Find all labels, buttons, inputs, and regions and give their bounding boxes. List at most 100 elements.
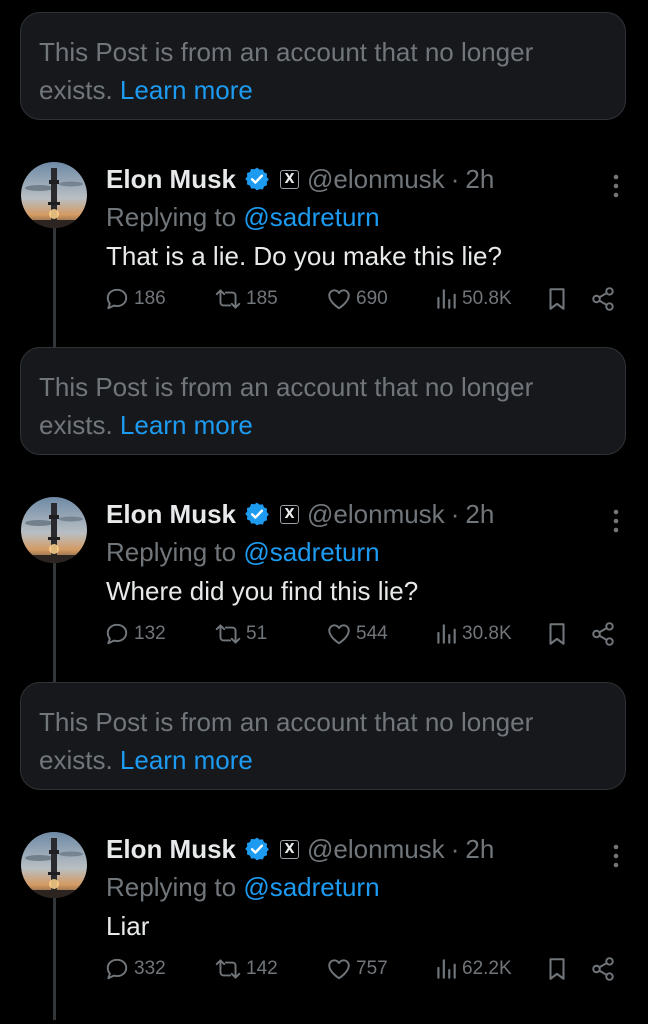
views-button[interactable]: 62.2K [434, 952, 512, 986]
reply-icon [106, 288, 128, 310]
like-count: 757 [356, 958, 388, 979]
reply-button[interactable]: 186 [104, 282, 166, 316]
reply-button[interactable]: 332 [104, 952, 166, 986]
tweet-text: Liar [106, 911, 150, 941]
replying-to-mention[interactable]: @sadreturn [243, 537, 379, 567]
thread-line [53, 222, 56, 350]
author-name[interactable]: Elon Musk [106, 499, 236, 530]
learn-more-link[interactable]: Learn more [120, 410, 253, 440]
repost-icon [215, 289, 241, 309]
replying-to-mention[interactable]: @sadreturn [243, 872, 379, 902]
action-bar: 332 142 757 62.2K [104, 952, 620, 986]
heart-icon [328, 289, 350, 310]
learn-more-link[interactable]: Learn more [120, 745, 253, 775]
learn-more-link[interactable]: Learn more [120, 75, 253, 105]
avatar[interactable] [21, 497, 87, 563]
separator: · [450, 163, 460, 194]
repost-icon [215, 959, 241, 979]
author-handle[interactable]: @elonmusk [307, 834, 445, 865]
repost-button[interactable]: 142 [214, 952, 278, 986]
notice-text-line: This Post is from an account that no lon… [39, 707, 534, 737]
avatar[interactable] [21, 832, 87, 898]
author-name[interactable]: Elon Musk [106, 164, 236, 195]
repost-count: 51 [246, 623, 268, 644]
bookmark-button[interactable] [546, 282, 568, 316]
thread-line [53, 892, 56, 1020]
reply-button[interactable]: 132 [104, 617, 166, 651]
repost-count: 142 [246, 958, 278, 979]
verified-badge-icon [245, 502, 269, 526]
author-handle[interactable]: @elonmusk [307, 164, 445, 195]
reply-icon [106, 958, 128, 980]
views-icon [437, 289, 456, 309]
like-count: 690 [356, 288, 388, 309]
view-count: 30.8K [462, 623, 512, 644]
x-affiliate-icon: X [280, 169, 300, 189]
reply-count: 332 [134, 958, 166, 979]
author-handle[interactable]: @elonmusk [307, 499, 445, 530]
notice-text-line: exists. [39, 745, 113, 775]
notice-text-line: This Post is from an account that no lon… [39, 372, 534, 402]
more-options-icon[interactable] [612, 509, 620, 533]
replying-to: Replying to @sadreturn [106, 199, 380, 235]
notice-text-line: This Post is from an account that no lon… [39, 37, 534, 67]
like-button[interactable]: 757 [326, 952, 388, 986]
view-count: 62.2K [462, 958, 512, 979]
views-button[interactable]: 50.8K [434, 282, 512, 316]
timestamp[interactable]: 2h [465, 164, 494, 195]
share-button[interactable] [590, 952, 616, 986]
more-options-icon[interactable] [612, 174, 620, 198]
bookmark-button[interactable] [546, 952, 568, 986]
bookmark-button[interactable] [546, 617, 568, 651]
author-name[interactable]: Elon Musk [106, 834, 236, 865]
thread-line [53, 557, 56, 685]
replying-to: Replying to @sadreturn [106, 869, 380, 905]
tweet-text: That is a lie. Do you make this lie? [106, 241, 502, 271]
heart-icon [328, 624, 350, 645]
action-bar: 186 185 690 50.8K [104, 282, 620, 316]
separator: · [450, 498, 460, 529]
tweet-text: Where did you find this lie? [106, 576, 419, 606]
tweet[interactable]: Elon Musk X @elonmusk · 2h Replying to @… [0, 154, 648, 354]
repost-button[interactable]: 51 [214, 617, 267, 651]
views-icon [437, 959, 456, 979]
like-count: 544 [356, 623, 388, 644]
replying-to-mention[interactable]: @sadreturn [243, 202, 379, 232]
replying-to-label: Replying to [106, 537, 237, 567]
reply-icon [106, 623, 128, 645]
reply-count: 186 [134, 288, 166, 309]
share-icon [592, 957, 614, 981]
repost-icon [215, 624, 241, 644]
avatar[interactable] [21, 162, 87, 228]
bookmark-icon [549, 958, 565, 980]
x-affiliate-icon: X [280, 839, 300, 859]
bookmark-icon [549, 623, 565, 645]
tweet[interactable]: Elon Musk X @elonmusk · 2h Replying to @… [0, 824, 648, 1024]
tweet[interactable]: Elon Musk X @elonmusk · 2h Replying to @… [0, 489, 648, 689]
reply-count: 132 [134, 623, 166, 644]
replying-to: Replying to @sadreturn [106, 534, 380, 570]
notice-text-line: exists. [39, 75, 113, 105]
bookmark-icon [549, 288, 565, 310]
separator: · [450, 833, 460, 864]
share-icon [592, 622, 614, 646]
notice-text-line: exists. [39, 410, 113, 440]
heart-icon [328, 959, 350, 980]
unavailable-post-notice: This Post is from an account that no lon… [20, 12, 626, 120]
views-button[interactable]: 30.8K [434, 617, 512, 651]
verified-badge-icon [245, 837, 269, 861]
share-button[interactable] [590, 617, 616, 651]
more-options-icon[interactable] [612, 844, 620, 868]
unavailable-post-notice: This Post is from an account that no lon… [20, 682, 626, 790]
timestamp[interactable]: 2h [465, 499, 494, 530]
action-bar: 132 51 544 30.8K [104, 617, 620, 651]
timestamp[interactable]: 2h [465, 834, 494, 865]
like-button[interactable]: 544 [326, 617, 388, 651]
x-affiliate-icon: X [280, 504, 300, 524]
repost-button[interactable]: 185 [214, 282, 278, 316]
repost-count: 185 [246, 288, 278, 309]
unavailable-post-notice: This Post is from an account that no lon… [20, 347, 626, 455]
share-button[interactable] [590, 282, 616, 316]
like-button[interactable]: 690 [326, 282, 388, 316]
verified-badge-icon [245, 167, 269, 191]
